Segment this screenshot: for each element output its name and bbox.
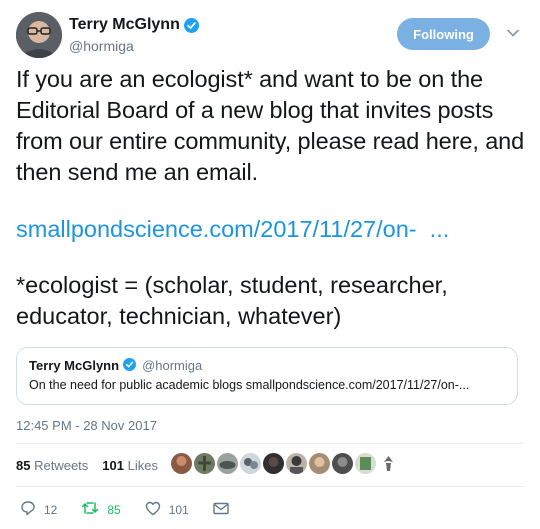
retweet-button[interactable]: 85 <box>81 501 121 518</box>
liker-avatar[interactable] <box>332 453 353 474</box>
liker-avatar[interactable] <box>309 453 330 474</box>
divider <box>16 443 524 444</box>
envelope-icon <box>213 502 229 518</box>
likes-count: 101 <box>102 458 124 473</box>
liker-avatar[interactable] <box>378 453 399 474</box>
like-button[interactable]: 101 <box>145 501 189 519</box>
verified-badge-icon <box>123 358 138 373</box>
engagement-stats: 85 Retweets 101 Likes <box>16 458 158 473</box>
chevron-down-icon[interactable] <box>506 26 520 40</box>
verified-badge-icon <box>183 17 199 33</box>
retweet-icon <box>81 501 99 518</box>
liker-avatar[interactable] <box>217 453 238 474</box>
liker-avatar[interactable] <box>355 453 376 474</box>
reply-count: 12 <box>44 502 58 517</box>
tweet-footnote: *ecologist = (scholar, student, research… <box>16 272 448 329</box>
author-avatar[interactable] <box>16 12 62 58</box>
liker-avatar[interactable] <box>240 453 261 474</box>
heart-icon <box>145 501 161 519</box>
quote-author-handle: @hormiga <box>142 358 203 373</box>
retweets-label: Retweets <box>34 458 89 473</box>
timestamp[interactable]: 12:45 PM - 28 Nov 2017 <box>16 418 157 433</box>
divider <box>16 486 524 487</box>
tweet-link[interactable]: smallpondscience.com/2017/11/27/on- ... <box>16 214 449 245</box>
liker-avatar[interactable] <box>194 453 215 474</box>
retweets-stat[interactable]: 85 Retweets <box>16 458 88 473</box>
quote-text: On the need for public academic blogs sm… <box>29 378 470 392</box>
like-count: 101 <box>168 502 189 517</box>
tweet-text: If you are an ecologist* and want to be … <box>16 64 528 188</box>
direct-message-button[interactable] <box>213 502 229 518</box>
retweets-count: 85 <box>16 458 31 473</box>
liker-avatars <box>171 453 399 474</box>
author-name[interactable]: Terry McGlynn <box>69 15 180 35</box>
reply-button[interactable]: 12 <box>20 500 57 519</box>
quote-author-name: Terry McGlynn <box>29 358 120 373</box>
likes-stat[interactable]: 101 Likes <box>102 458 158 473</box>
following-button[interactable]: Following <box>397 18 490 50</box>
quoted-tweet[interactable]: Terry McGlynn @hormiga On the need for p… <box>16 347 518 405</box>
liker-avatar[interactable] <box>263 453 284 474</box>
retweet-count: 85 <box>107 502 121 517</box>
author-handle[interactable]: @hormiga <box>69 37 199 55</box>
tweet-actions: 12 85 101 <box>20 500 253 519</box>
tweet-paragraph: If you are an ecologist* and want to be … <box>16 66 525 185</box>
reply-icon <box>20 500 36 519</box>
liker-avatar[interactable] <box>286 453 307 474</box>
likes-label: Likes <box>127 458 158 473</box>
liker-avatar[interactable] <box>171 453 192 474</box>
